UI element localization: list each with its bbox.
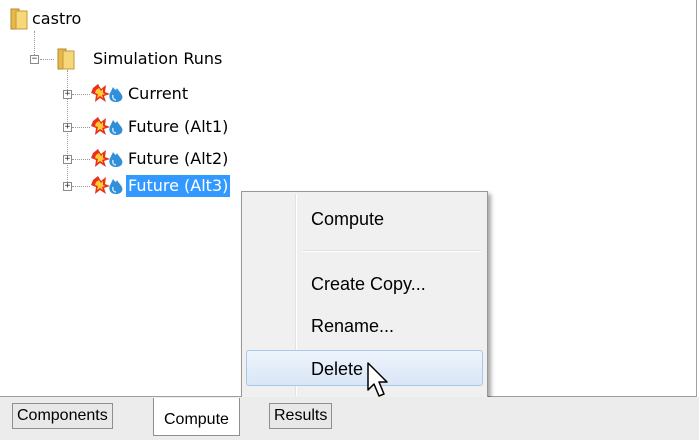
- menu-item-label: Compute: [311, 209, 385, 229]
- menu-item-label: Delete: [311, 359, 364, 379]
- tree-node-run-label[interactable]: Future (Alt2): [128, 148, 228, 170]
- tree-line: [72, 186, 90, 187]
- tab-compute[interactable]: Compute: [153, 398, 240, 436]
- expand-toggle[interactable]: +: [63, 155, 72, 164]
- menu-item-create-copy[interactable]: Create Copy...: [246, 266, 483, 302]
- tab-results[interactable]: Results: [269, 403, 333, 429]
- expand-toggle[interactable]: +: [63, 123, 72, 132]
- menu-item-rename[interactable]: Rename...: [246, 308, 483, 344]
- mouse-pointer-icon: [367, 362, 388, 397]
- tree-line: [72, 127, 90, 128]
- simulation-run-icon: [91, 84, 123, 102]
- simulation-run-icon: [91, 176, 123, 194]
- tree-node-run-label[interactable]: Current: [128, 83, 188, 105]
- menu-item-compute[interactable]: Compute: [246, 201, 483, 237]
- menu-item-label: Rename...: [311, 316, 395, 336]
- tab-components[interactable]: Components: [12, 403, 113, 429]
- expand-toggle[interactable]: +: [63, 90, 72, 99]
- collapse-toggle[interactable]: −: [30, 55, 39, 64]
- menu-separator: [302, 250, 481, 252]
- tab-strip: Components Compute Results: [0, 397, 699, 440]
- tree-line: [40, 59, 54, 60]
- expand-toggle[interactable]: +: [63, 182, 72, 191]
- context-menu: Compute Create Copy... Rename... Delete: [241, 191, 488, 399]
- folder-icon: [57, 48, 75, 70]
- menu-item-delete[interactable]: Delete: [246, 350, 483, 386]
- tree-line: [72, 94, 90, 95]
- tree-node-castro[interactable]: castro: [32, 8, 81, 30]
- tree-node-run-label[interactable]: Future (Alt1): [128, 116, 228, 138]
- simulation-run-icon: [91, 117, 123, 135]
- menu-item-label: Create Copy...: [311, 274, 426, 294]
- simulation-run-icon: [91, 149, 123, 167]
- tree-node-run-label-selected[interactable]: Future (Alt3): [126, 175, 231, 197]
- tree-node-simulation-runs[interactable]: Simulation Runs: [93, 48, 222, 70]
- folder-icon: [10, 8, 28, 30]
- tree-line: [72, 159, 90, 160]
